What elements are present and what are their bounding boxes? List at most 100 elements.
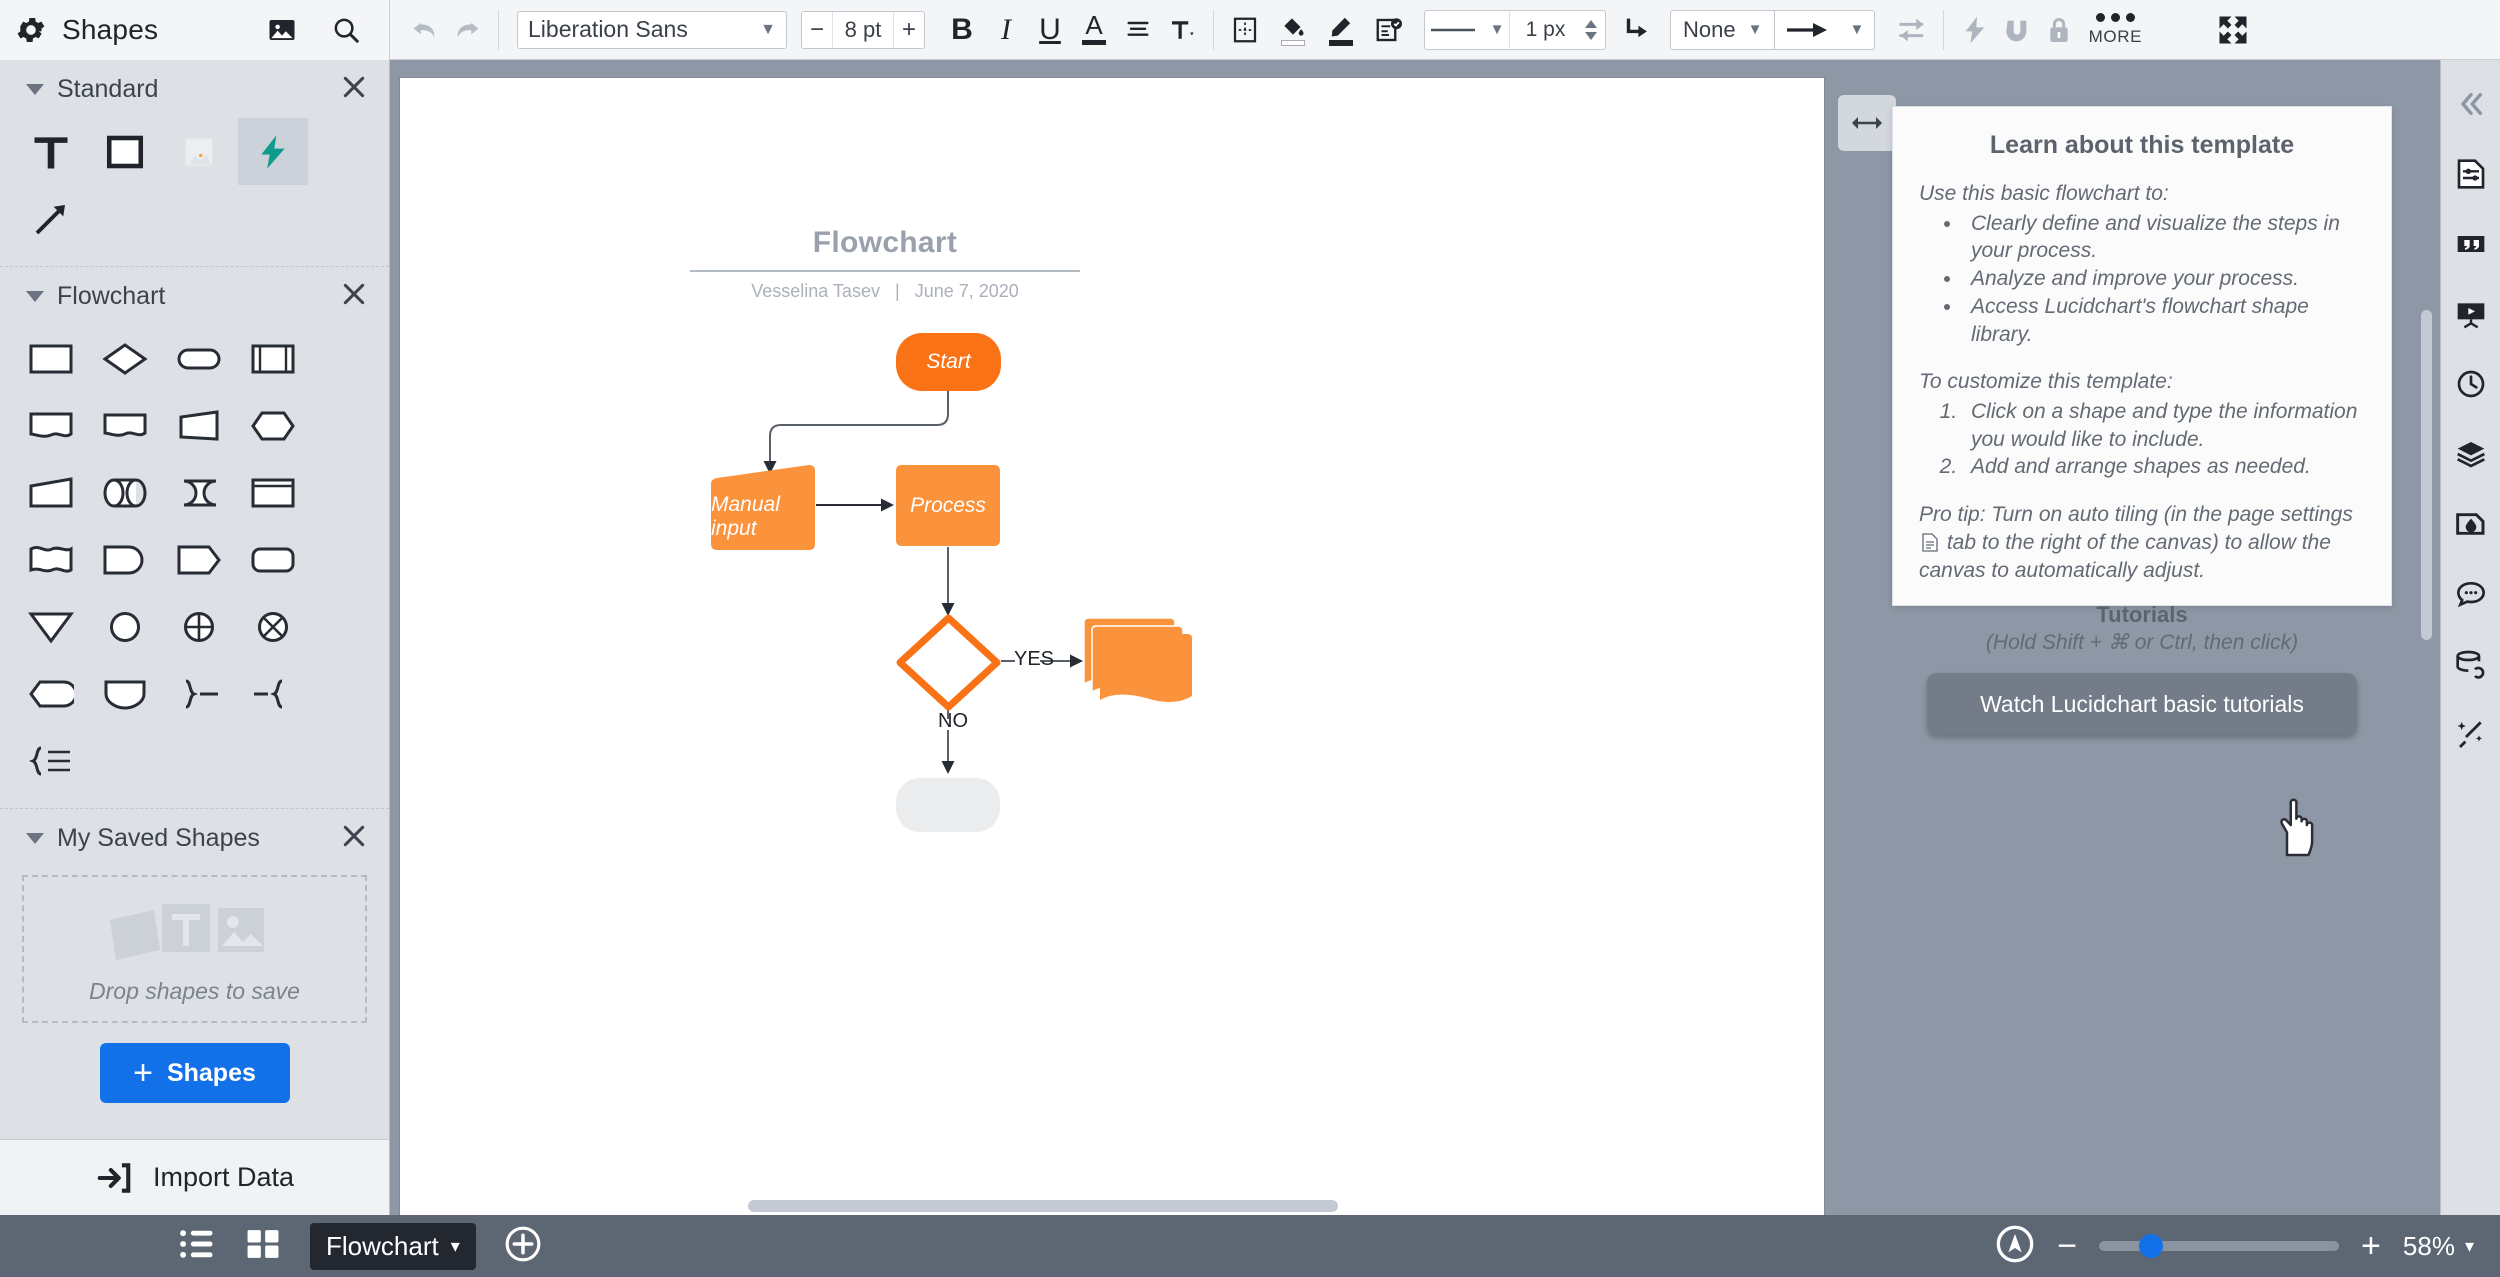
shape-process-rectangle[interactable]: [16, 325, 86, 392]
table-icon[interactable]: [1224, 9, 1266, 51]
font-size-increase-button[interactable]: +: [894, 11, 924, 48]
shape-display[interactable]: [16, 660, 86, 727]
lock-icon[interactable]: [2038, 9, 2080, 51]
shape-extract[interactable]: [238, 526, 308, 593]
image-icon[interactable]: [261, 9, 303, 51]
page-tab-flowchart[interactable]: Flowchart ▾: [310, 1222, 476, 1270]
panel-saved-shapes-header[interactable]: My Saved Shapes: [0, 809, 389, 867]
search-icon[interactable]: [325, 9, 367, 51]
collapse-chevrons-icon[interactable]: [2451, 84, 2491, 124]
underline-button[interactable]: U: [1029, 9, 1071, 51]
flow-node-process[interactable]: Process: [896, 465, 1000, 546]
notes-icon[interactable]: [2451, 224, 2491, 264]
document-page[interactable]: Flowchart Vesselina Tasev | June 7, 2020: [400, 78, 1824, 1215]
learn-template-panel[interactable]: Learn about this template Use this basic…: [1892, 106, 2392, 736]
shape-summing-junction[interactable]: [164, 593, 234, 660]
shape-predefined-process[interactable]: [238, 325, 308, 392]
undo-icon[interactable]: [404, 9, 446, 51]
chevron-down-icon[interactable]: [26, 83, 44, 95]
zoom-slider-thumb[interactable]: [2139, 1234, 2164, 1258]
font-size-decrease-button[interactable]: −: [802, 11, 832, 48]
elbow-connector-icon[interactable]: [1616, 9, 1658, 51]
line-color-icon[interactable]: [1320, 9, 1362, 51]
line-end-select[interactable]: ▼: [1775, 9, 1876, 50]
zoom-in-button[interactable]: +: [2361, 1229, 2381, 1263]
comment-check-icon[interactable]: [1368, 9, 1410, 51]
page-settings-icon[interactable]: [2451, 154, 2491, 194]
shape-connector-circle[interactable]: [90, 593, 160, 660]
shape-line-arrow[interactable]: [16, 185, 86, 252]
watch-tutorials-button[interactable]: Watch Lucidchart basic tutorials: [1927, 673, 2357, 736]
presentation-icon[interactable]: [2451, 294, 2491, 334]
panel-resize-handle[interactable]: [1838, 95, 1896, 151]
canvas-vertical-scrollbar[interactable]: [2421, 310, 2432, 640]
shape-brace-left[interactable]: [16, 727, 86, 794]
history-clock-icon[interactable]: [2451, 364, 2491, 404]
shape-terminator[interactable]: [164, 325, 234, 392]
saved-shapes-dropzone[interactable]: Drop shapes to save: [22, 875, 367, 1023]
shape-text[interactable]: [16, 118, 86, 185]
shape-delay[interactable]: [90, 526, 160, 593]
text-color-button[interactable]: A: [1073, 9, 1115, 51]
line-width-spinner[interactable]: [1581, 19, 1605, 40]
close-icon[interactable]: [341, 74, 367, 105]
flow-node-start[interactable]: Start: [896, 333, 1001, 391]
italic-button[interactable]: I: [985, 9, 1027, 51]
pan-tool-icon[interactable]: [1995, 1224, 2035, 1269]
import-data-button[interactable]: Import Data: [0, 1139, 389, 1215]
fill-color-icon[interactable]: [1272, 9, 1314, 51]
shape-brace-pair[interactable]: [238, 660, 308, 727]
font-size-stepper[interactable]: − 8 pt +: [801, 10, 925, 49]
magnet-icon[interactable]: [1996, 9, 2038, 51]
shape-image[interactable]: [164, 118, 234, 185]
line-width-value[interactable]: 1 px: [1509, 10, 1581, 49]
zoom-slider[interactable]: [2099, 1234, 2340, 1258]
shape-document[interactable]: [16, 392, 86, 459]
shape-direct-data[interactable]: [164, 526, 234, 593]
shape-manual-operation[interactable]: [90, 392, 160, 459]
magic-wand-icon[interactable]: [2451, 714, 2491, 754]
redo-icon[interactable]: [446, 9, 488, 51]
panel-flowchart-header[interactable]: Flowchart: [0, 267, 389, 325]
data-link-icon[interactable]: [2451, 644, 2491, 684]
flow-node-multidocument[interactable]: [1084, 618, 1192, 705]
font-size-value[interactable]: 8 pt: [832, 11, 894, 48]
swap-icon[interactable]: [1891, 9, 1933, 51]
shape-brace-right[interactable]: [164, 660, 234, 727]
text-format-icon[interactable]: [1161, 9, 1203, 51]
zoom-level-control[interactable]: 58% ▾: [2403, 1231, 2474, 1262]
gear-icon[interactable]: [14, 13, 48, 47]
align-icon[interactable]: [1117, 9, 1159, 51]
flow-node-end[interactable]: [896, 778, 1000, 832]
panel-standard-header[interactable]: Standard: [0, 60, 389, 118]
shape-preparation-hexagon[interactable]: [238, 392, 308, 459]
fullscreen-icon[interactable]: [2212, 9, 2254, 51]
chevron-down-icon[interactable]: [26, 832, 44, 844]
flow-node-decision[interactable]: [896, 614, 1001, 711]
grid-view-icon[interactable]: [244, 1227, 282, 1266]
shape-database-cylinder[interactable]: [90, 459, 160, 526]
shape-shield[interactable]: [90, 660, 160, 727]
canvas-horizontal-scrollbar[interactable]: [748, 1200, 1338, 1212]
shape-data-parallelogram[interactable]: [164, 392, 234, 459]
chevron-down-icon[interactable]: [26, 290, 44, 302]
shape-lightning[interactable]: [238, 118, 308, 185]
close-icon[interactable]: [341, 281, 367, 312]
add-page-button[interactable]: [504, 1225, 542, 1268]
themes-icon[interactable]: [2451, 504, 2491, 544]
close-icon[interactable]: [341, 823, 367, 854]
zoom-out-button[interactable]: −: [2057, 1229, 2077, 1263]
line-style-icon[interactable]: ▼: [1425, 21, 1509, 38]
shape-or[interactable]: [238, 593, 308, 660]
layers-icon[interactable]: [2451, 434, 2491, 474]
font-family-select[interactable]: Liberation Sans ▼: [517, 10, 787, 49]
list-view-icon[interactable]: [178, 1227, 216, 1266]
shape-merge-triangle[interactable]: [16, 593, 86, 660]
more-button[interactable]: MORE: [2080, 12, 2150, 47]
shape-manual-input[interactable]: [16, 459, 86, 526]
lightning-icon[interactable]: [1954, 9, 1996, 51]
add-shapes-button[interactable]: + Shapes: [99, 1043, 290, 1103]
comments-icon[interactable]: [2451, 574, 2491, 614]
shape-internal-storage[interactable]: [238, 459, 308, 526]
shape-multidocument[interactable]: [16, 526, 86, 593]
